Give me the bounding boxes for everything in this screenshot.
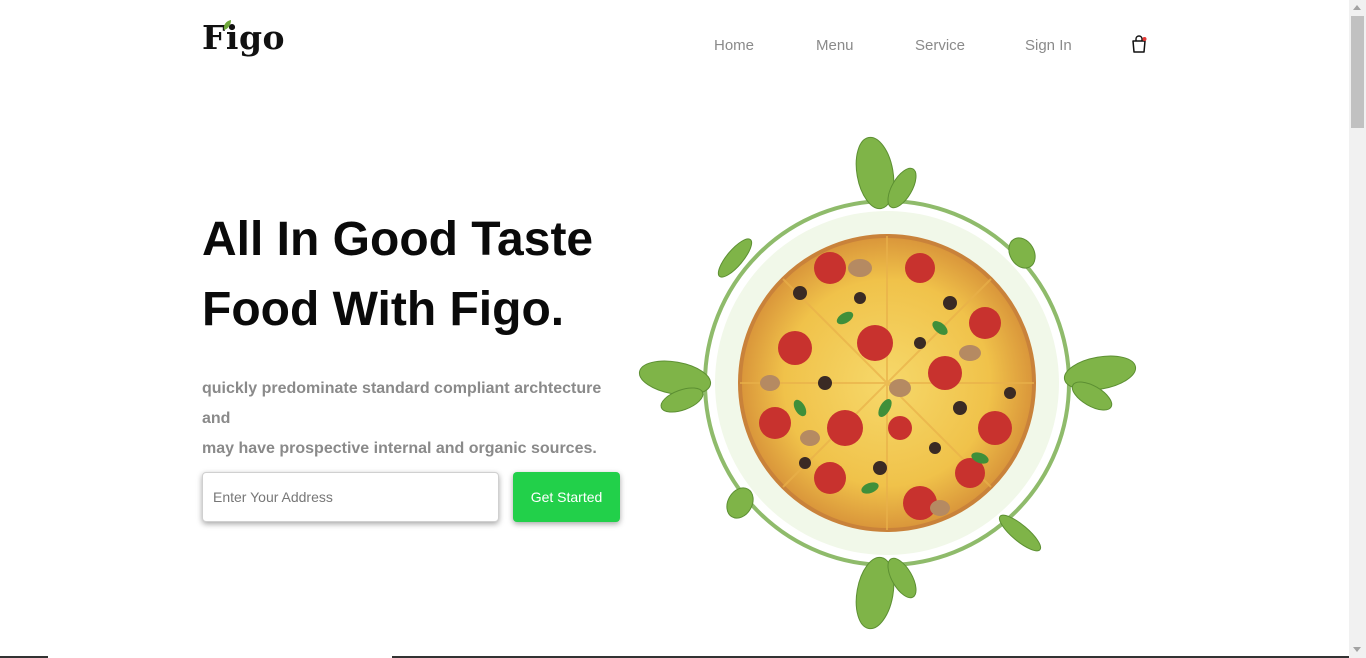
get-started-button[interactable]: Get Started [513,472,620,522]
scroll-down-arrow-icon[interactable] [1353,647,1361,652]
shopping-bag-icon[interactable] [1130,35,1148,53]
hero-headline: All In Good Taste Food With Figo. [202,205,662,345]
page: Figo Home Menu Service Sign In All In Go… [0,0,1349,658]
vertical-scrollbar[interactable] [1349,0,1366,658]
hero-headline-line-2: Food With Figo. [202,283,565,336]
nav-home[interactable]: Home [714,37,754,54]
scroll-up-arrow-icon[interactable] [1353,5,1361,10]
nav-menu[interactable]: Menu [816,37,854,54]
logo-leaf-icon [223,20,231,30]
hero-description-line-2: may have prospective internal and organi… [202,440,597,457]
pizza-hero-image [638,136,1137,630]
brand-logo[interactable]: Figo [202,18,285,57]
hero-headline-line-1: All In Good Taste [202,213,594,266]
scrollbar-thumb[interactable] [1351,16,1364,128]
address-input[interactable] [202,472,499,522]
nav-sign-in[interactable]: Sign In [1025,37,1072,54]
hero-description: quickly predominate standard compliant a… [202,374,632,464]
hero-description-line-1: quickly predominate standard compliant a… [202,380,602,427]
nav-service[interactable]: Service [915,37,965,54]
